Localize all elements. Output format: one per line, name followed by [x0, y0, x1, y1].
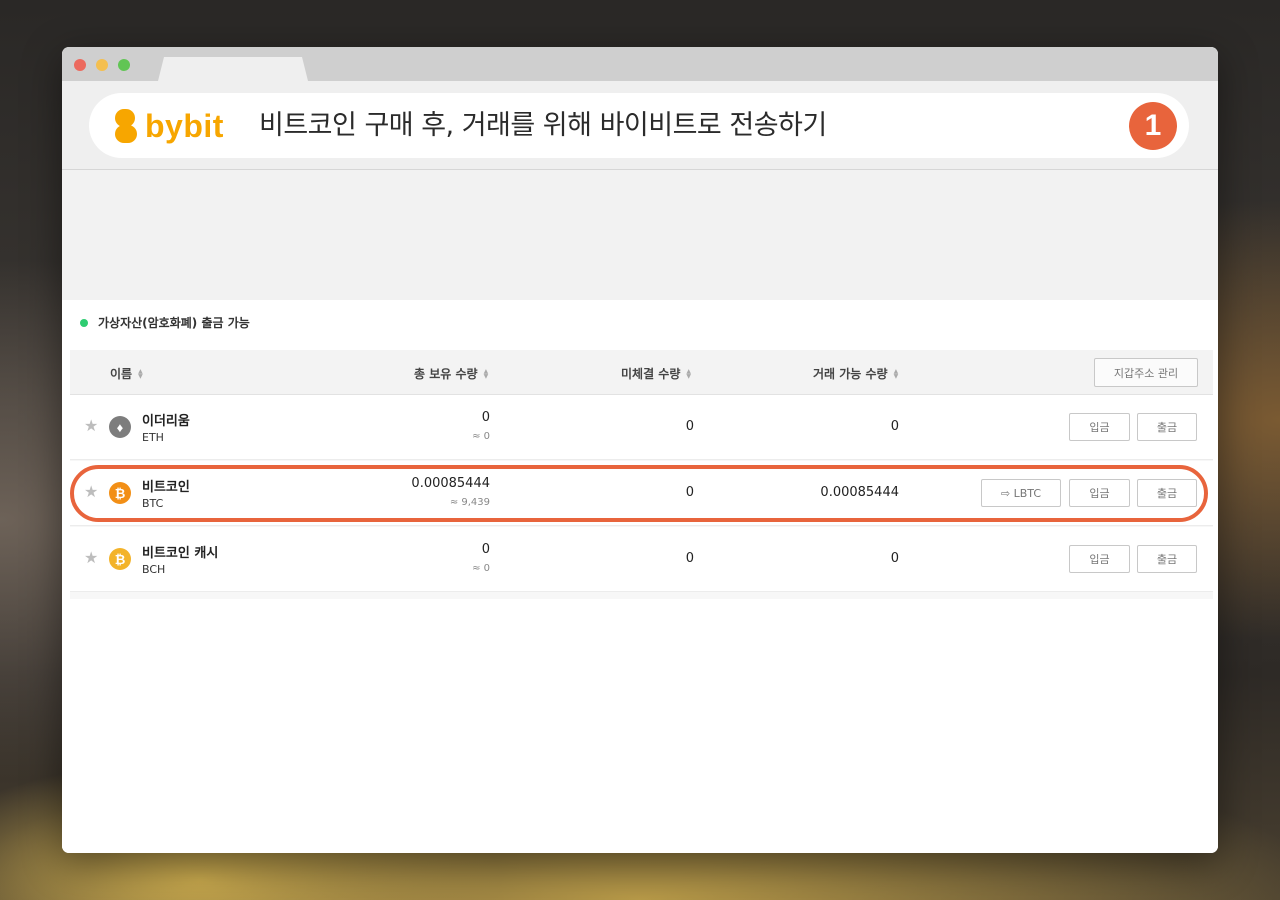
sort-icon: ▲ ▼ [138, 367, 143, 380]
wallet-address-button[interactable]: 지갑주소 관리 [1094, 358, 1198, 387]
bybit-logo-icon [115, 108, 139, 144]
banner-title: 비트코인 구매 후, 거래를 위해 바이비트로 전송하기 [259, 110, 827, 141]
table-row-bch: ★ ₿ 비트코인 캐시 BCH 0 ≈ 0 0 0 입금 출금 [70, 527, 1213, 592]
header-total[interactable]: 총 보유 수량 ▲ ▼ [414, 365, 488, 382]
pending-amount: 0 [685, 419, 694, 434]
pending-amount: 0 [685, 551, 694, 566]
maximize-window-button[interactable] [118, 59, 130, 71]
banner-area: bybit 비트코인 구매 후, 거래를 위해 바이비트로 전송하기 1 [62, 81, 1218, 170]
bybit-logo: bybit [115, 107, 224, 145]
header-name[interactable]: 이름 ▲ ▼ [110, 365, 143, 382]
bybit-logo-text: bybit [145, 108, 224, 144]
minimize-window-button[interactable] [96, 59, 108, 71]
favorite-star-icon[interactable]: ★ [84, 549, 98, 567]
coin-symbol: ETH [142, 431, 164, 444]
browser-tab[interactable] [158, 57, 308, 81]
gray-spacer [62, 170, 1218, 300]
sort-icon: ▲ ▼ [686, 367, 692, 380]
btc-row-highlight [70, 465, 1208, 522]
table-header: 이름 ▲ ▼ 총 보유 수량 ▲ ▼ 미체결 수량 ▲ ▼ 거래 가능 수량 ▲ ▼ 지… [70, 350, 1213, 395]
sort-icon: ▲ ▼ [893, 367, 899, 380]
banner-pill: bybit 비트코인 구매 후, 거래를 위해 바이비트로 전송하기 1 [89, 93, 1189, 158]
available-amount: 0 [890, 419, 899, 434]
coin-name: 이더리움 [142, 414, 190, 429]
ethereum-icon: ♦ [109, 416, 131, 438]
available-amount: 0 [890, 551, 899, 566]
withdraw-button[interactable]: 출금 [1137, 545, 1197, 573]
total-krw-value: ≈ 0 [472, 563, 490, 574]
section-title-text: 가상자산(암호화폐) 출금 가능 [98, 316, 250, 330]
header-pending[interactable]: 미체결 수량 ▲ ▼ [621, 365, 691, 382]
asset-section: 가상자산(암호화폐) 출금 가능 이름 ▲ ▼ 총 보유 수량 ▲ ▼ 미체결 수량… [62, 300, 1218, 599]
coin-symbol: BCH [142, 563, 166, 576]
total-amount: 0 [481, 410, 490, 425]
browser-window: bybit 비트코인 구매 후, 거래를 위해 바이비트로 전송하기 1 가상자… [62, 47, 1218, 853]
coin-name: 비트코인 캐시 [142, 546, 219, 561]
status-dot-icon [80, 318, 88, 327]
close-window-button[interactable] [74, 59, 86, 71]
title-bar [62, 47, 1218, 81]
withdraw-button[interactable]: 출금 [1137, 413, 1197, 441]
bitcoin-cash-icon: ₿ [109, 548, 131, 570]
deposit-button[interactable]: 입금 [1069, 413, 1130, 441]
deposit-button[interactable]: 입금 [1069, 545, 1130, 573]
empty-area [62, 599, 1218, 853]
header-available[interactable]: 거래 가능 수량 ▲ ▼ [813, 365, 898, 382]
sort-icon: ▲ ▼ [483, 367, 489, 380]
section-heading: 가상자산(암호화폐) 출금 가능 [80, 314, 250, 331]
total-krw-value: ≈ 0 [472, 431, 490, 442]
total-amount: 0 [481, 542, 490, 557]
table-row-eth: ★ ♦ 이더리움 ETH 0 ≈ 0 0 0 입금 출금 [70, 395, 1213, 460]
step-number-badge: 1 [1129, 102, 1177, 150]
favorite-star-icon[interactable]: ★ [84, 417, 98, 435]
